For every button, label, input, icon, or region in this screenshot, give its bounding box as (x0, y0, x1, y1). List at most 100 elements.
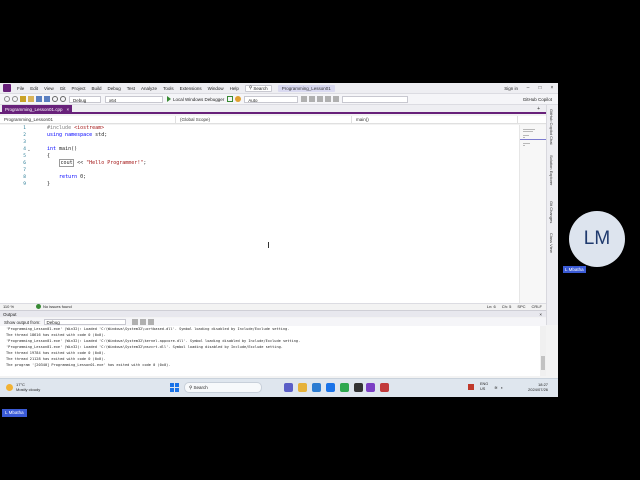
word-wrap-icon[interactable] (139, 319, 146, 325)
start-debugger-button[interactable]: Local Windows Debugger (167, 96, 224, 102)
menu-view[interactable]: View (41, 86, 57, 91)
redo-icon[interactable] (60, 96, 66, 102)
start-without-debugging-icon[interactable] (227, 96, 234, 102)
side-tab-solution-explorer[interactable]: Solution Explorer (549, 155, 554, 185)
clear-output-icon[interactable] (131, 319, 138, 325)
app-icon[interactable] (380, 383, 389, 392)
output-source-dropdown[interactable]: Debug (43, 319, 126, 325)
indent-mode[interactable]: SPC (517, 304, 525, 309)
menu-help[interactable]: Help (227, 86, 242, 91)
menu-edit[interactable]: Edit (27, 86, 41, 91)
tray-app-icon[interactable] (468, 384, 474, 390)
back-icon[interactable] (4, 96, 10, 102)
line-position: Ln: 6 (486, 304, 496, 309)
char-position: Ch: 5 (501, 304, 512, 309)
search-box[interactable]: ⚲ Search (244, 84, 272, 92)
menu-file[interactable]: File (14, 86, 27, 91)
sign-in-link[interactable]: Sign in (504, 86, 518, 91)
save-icon[interactable] (36, 96, 42, 102)
volume-icon[interactable]: ◖ (501, 385, 503, 390)
sun-icon (6, 383, 13, 391)
chrome-icon[interactable] (340, 383, 349, 392)
code-editor[interactable]: 1 2 3 4 5 6 7 8 9 ⌄ #include <iostream> … (0, 125, 547, 303)
fold-chevron-icon[interactable]: ⌄ (27, 147, 31, 153)
visual-studio-taskbar-icon[interactable] (366, 383, 375, 392)
code-line: return 0; (59, 174, 87, 180)
minimize-icon[interactable]: – (522, 85, 534, 91)
presenter-name-tag: L Mbatha (2, 409, 27, 417)
output-line: The thread 19784 has exited with code 0 … (6, 351, 106, 355)
menu-tools[interactable]: Tools (160, 86, 177, 91)
line-number-gutter: 1 2 3 4 5 6 7 8 9 ⌄ (0, 125, 36, 303)
line-number: 3 (23, 140, 26, 145)
copilot-app-icon[interactable] (284, 383, 293, 392)
issues-text[interactable]: No issues found (43, 304, 72, 309)
file-explorer-icon[interactable] (298, 383, 307, 392)
github-copilot-button[interactable]: GitHub Copilot (523, 97, 552, 102)
line-ending[interactable]: CRLF (532, 304, 542, 309)
mail-icon[interactable] (312, 383, 321, 392)
forward-icon[interactable] (12, 96, 18, 102)
output-text-area[interactable]: 'Programming_Lesson01.exe' (Win32): Load… (0, 326, 540, 376)
output-panel-title: Output (3, 311, 17, 317)
output-panel-header: Output × (0, 310, 546, 317)
line-number: 8 (23, 175, 26, 180)
menu-project[interactable]: Project (68, 86, 88, 91)
output-line: The thread 21128 has exited with code 0 … (6, 357, 106, 361)
weather-widget[interactable]: 17°C Mostly cloudy (6, 382, 40, 392)
output-line: 'Programming_Lesson01.exe' (Win32): Load… (6, 327, 290, 331)
undo-icon[interactable] (52, 96, 58, 102)
windows-start-icon[interactable] (170, 383, 179, 392)
extra-dropdown[interactable] (342, 95, 409, 103)
side-tab-copilot-chat[interactable]: GitHub Copilot Chat (549, 109, 554, 145)
save-all-icon[interactable] (44, 96, 50, 102)
wifi-icon[interactable]: ≋ (494, 385, 497, 390)
new-item-icon[interactable] (20, 96, 26, 102)
menu-analyze[interactable]: Analyze (138, 86, 160, 91)
menu-git[interactable]: Git (57, 86, 69, 91)
side-tab-class-view[interactable]: Class View (549, 233, 554, 253)
tool-icon-e[interactable] (333, 96, 340, 102)
configuration-dropdown[interactable]: Debug (69, 95, 101, 103)
zoom-level[interactable]: 110 % (3, 304, 14, 309)
line-number: 5 (23, 154, 26, 159)
hot-reload-icon[interactable] (235, 96, 242, 102)
toolbar: Debug x64 Local Windows Debugger Auto Gi… (0, 94, 558, 105)
menu-extensions[interactable]: Extensions (177, 86, 205, 91)
panel-close-icon[interactable]: × (539, 312, 542, 317)
text-cursor-icon (268, 242, 269, 248)
editor-minimap[interactable] (519, 125, 547, 303)
new-tab-plus-icon[interactable]: + (537, 106, 540, 112)
menu-window[interactable]: Window (205, 86, 227, 91)
menu-test[interactable]: Test (124, 86, 138, 91)
tool-icon-a[interactable] (301, 96, 308, 102)
line-number: 4 (23, 147, 26, 152)
store-icon[interactable] (354, 383, 363, 392)
auto-dropdown[interactable]: Auto (244, 95, 299, 103)
open-icon[interactable] (28, 96, 34, 102)
scope-nav-dropdown[interactable]: (Global Scope) (176, 116, 352, 124)
line-number: 1 (23, 126, 26, 131)
file-tab[interactable]: Programming_Lesson01.cpp × (2, 105, 73, 114)
tool-icon-b[interactable] (309, 96, 316, 102)
tool-icon-d[interactable] (325, 96, 332, 102)
scrollbar-thumb[interactable] (541, 356, 545, 370)
edge-icon[interactable] (326, 383, 335, 392)
platform-dropdown[interactable]: x64 (105, 95, 163, 103)
maximize-icon[interactable]: □ (534, 85, 546, 91)
output-scrollbar[interactable] (540, 326, 546, 376)
tool-icon-c[interactable] (317, 96, 324, 102)
tab-close-icon[interactable]: × (67, 105, 70, 114)
menu-build[interactable]: Build (89, 86, 105, 91)
code-line: int main() (47, 146, 78, 152)
find-icon[interactable] (147, 319, 154, 325)
project-nav-dropdown[interactable]: Programming_Lesson01 (0, 116, 176, 124)
language-indicator[interactable]: ENG US (480, 382, 488, 392)
side-tab-git-changes[interactable]: Git Changes (549, 201, 554, 223)
close-icon[interactable]: × (546, 85, 558, 91)
clock[interactable]: 18:27 2024/07/26 (528, 382, 548, 392)
menu-debug[interactable]: Debug (105, 86, 124, 91)
taskbar-search[interactable]: ⚲ Search (184, 382, 262, 393)
member-nav-dropdown[interactable]: main() (352, 116, 518, 124)
play-icon (167, 96, 171, 102)
